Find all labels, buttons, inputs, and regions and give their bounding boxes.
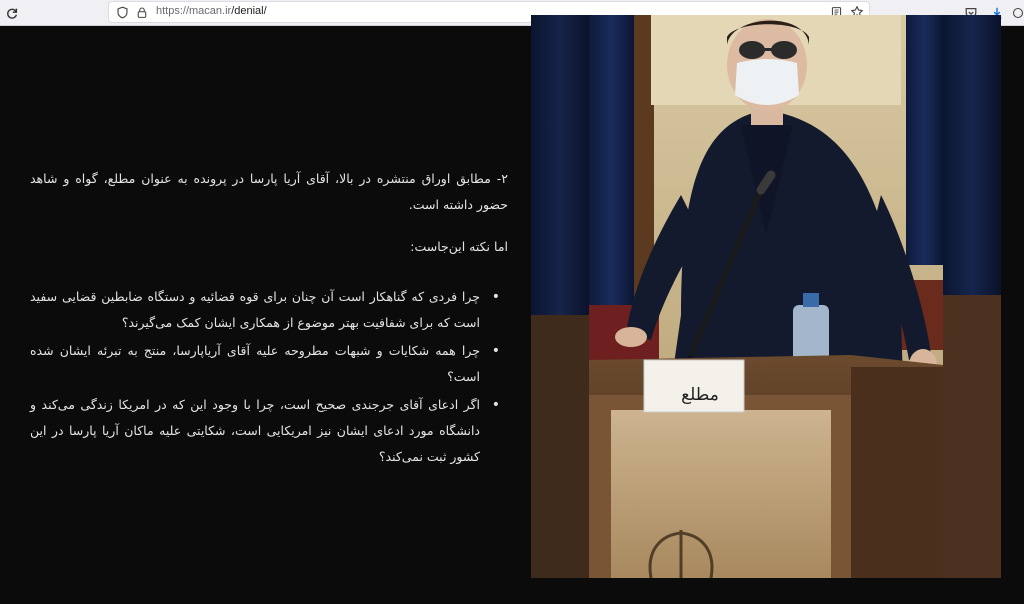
list-item: چرا فردی که گناهکار است آن چنان برای قوه… [30,284,500,336]
url-path: /denial/ [231,5,267,17]
shield-icon[interactable] [114,4,130,20]
article-body: ۲- مطابق اوراق منتشره در بالا، آقای آریا… [30,166,508,472]
paragraph-witness: ۲- مطابق اوراق منتشره در بالا، آقای آریا… [30,171,508,212]
paragraph-point-intro: اما نکته این‌جاست: [410,239,508,254]
name-plate-label: مطلع [681,385,719,405]
account-icon[interactable] [1012,4,1024,22]
list-item: اگر ادعای آقای جرجندی صحیح است، چرا با و… [30,392,500,470]
list-item: چرا همه شکایات و شبهات مطروحه علیه آقای … [30,338,500,390]
reload-icon[interactable] [2,3,22,23]
url-text[interactable]: https://macan.ir/denial/ [156,5,267,17]
question-list: چرا فردی که گناهکار است آن چنان برای قوه… [30,284,508,470]
video-frame[interactable] [531,15,1001,578]
lock-icon[interactable] [134,4,150,20]
url-host: https://macan.ir [156,5,232,17]
speaker-photo [531,15,1001,578]
